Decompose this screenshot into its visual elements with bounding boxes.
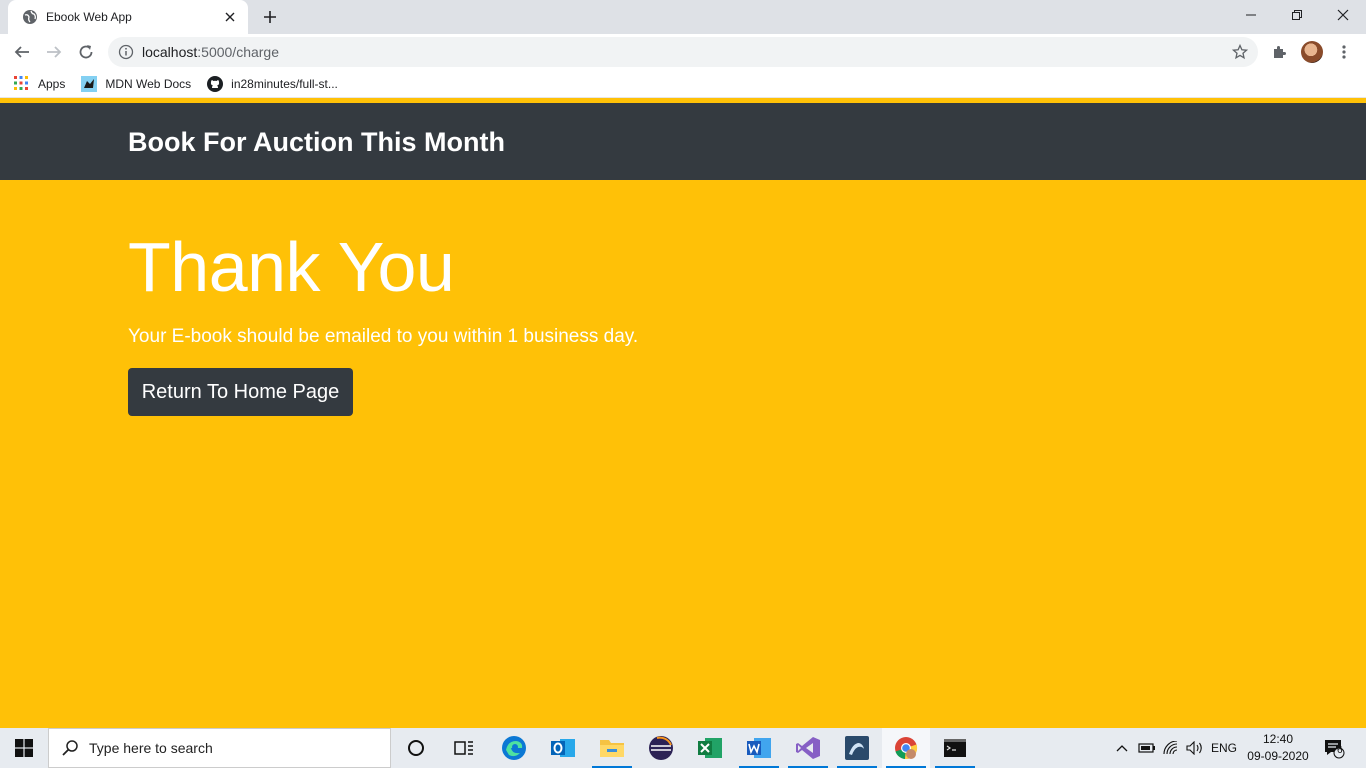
url-path: :5000/charge: [197, 44, 279, 60]
puzzle-icon: [1274, 46, 1286, 58]
window-close-button[interactable]: [1320, 0, 1366, 30]
minimize-button[interactable]: [1228, 0, 1274, 30]
bookmark-github[interactable]: in28minutes/full-st...: [207, 75, 338, 92]
taskbar-app-word[interactable]: [735, 728, 783, 768]
url-host: localhost: [142, 44, 198, 60]
outlook-icon: [551, 739, 575, 757]
star-icon[interactable]: [1232, 44, 1248, 60]
cortana-icon: [408, 740, 424, 756]
github-icon: [207, 75, 224, 92]
bookmark-apps[interactable]: Apps: [14, 75, 66, 92]
word-icon: [747, 738, 771, 758]
taskbar-app-mysql-workbench[interactable]: [833, 728, 881, 768]
task-view-icon: [454, 741, 473, 755]
bookmark-label: in28minutes/full-st...: [231, 76, 338, 91]
action-center-button[interactable]: 6: [1318, 728, 1350, 768]
search-icon: [61, 739, 79, 757]
taskbar-app-chrome[interactable]: [882, 728, 930, 768]
mdn-icon: [81, 75, 98, 92]
reload-icon: [79, 45, 93, 59]
return-home-button[interactable]: Return To Home Page: [128, 368, 353, 416]
tab-title: Ebook Web App: [46, 10, 132, 24]
avatar: [1301, 41, 1323, 63]
taskbar-app-visual-studio[interactable]: [784, 728, 832, 768]
back-button[interactable]: [8, 38, 36, 66]
windows-logo-icon: [15, 739, 33, 757]
taskbar-clock[interactable]: 12:40 09-09-2020: [1240, 728, 1316, 768]
excel-icon: [698, 738, 722, 758]
chevron-up-icon: [1116, 745, 1128, 752]
minimize-icon: [1246, 14, 1256, 16]
search-placeholder: Type here to search: [89, 740, 213, 756]
reload-button[interactable]: [72, 38, 100, 66]
taskbar-app-excel[interactable]: [686, 728, 734, 768]
site-navbar: Book For Auction This Month: [0, 103, 1366, 180]
arrow-right-icon: [47, 46, 62, 58]
wifi-icon: [1163, 741, 1178, 755]
volume-button[interactable]: [1184, 728, 1206, 768]
cortana-button[interactable]: [392, 728, 440, 768]
notification-count: 6: [1337, 745, 1343, 756]
task-view-button[interactable]: [440, 728, 488, 768]
terminal-icon: [944, 739, 966, 757]
page-title: Thank You: [128, 228, 455, 306]
mysql-workbench-icon: [845, 736, 869, 760]
apps-grid-icon: [14, 75, 30, 92]
browser-toolbar: localhost:5000/charge: [0, 34, 1366, 70]
clock-date: 09-09-2020: [1247, 749, 1309, 763]
file-explorer-icon: [600, 740, 624, 757]
battery-icon: [1138, 743, 1155, 753]
confirmation-message: Your E-book should be emailed to you wit…: [128, 326, 639, 347]
plus-icon: [264, 11, 276, 23]
menu-button[interactable]: [1330, 38, 1358, 66]
edge-icon: [502, 736, 526, 760]
eclipse-icon: [649, 736, 673, 760]
close-icon[interactable]: [222, 9, 238, 25]
info-icon[interactable]: [118, 44, 134, 60]
kebab-menu-icon: [1342, 45, 1346, 59]
taskbar-app-file-explorer[interactable]: [588, 728, 636, 768]
taskbar-app-outlook[interactable]: [539, 728, 587, 768]
show-hidden-icons-button[interactable]: [1112, 728, 1132, 768]
windows-taskbar: Type here to search ENG 12:40 09-09-2020…: [0, 728, 1366, 768]
restore-button[interactable]: [1274, 0, 1320, 30]
taskbar-app-edge[interactable]: [490, 728, 538, 768]
browser-titlebar: Ebook Web App: [0, 0, 1366, 34]
close-icon: [1337, 9, 1349, 21]
language-indicator[interactable]: ENG: [1208, 728, 1240, 768]
chrome-icon: [895, 737, 918, 760]
bookmark-mdn[interactable]: MDN Web Docs: [81, 75, 192, 92]
clock-time: 12:40: [1262, 732, 1294, 746]
profile-button[interactable]: [1298, 38, 1326, 66]
restore-icon: [1292, 10, 1302, 20]
address-bar[interactable]: localhost:5000/charge: [108, 37, 1258, 67]
battery-button[interactable]: [1136, 728, 1158, 768]
navbar-brand[interactable]: Book For Auction This Month: [128, 127, 505, 158]
jumbotron: Thank You Your E-book should be emailed …: [0, 180, 1366, 728]
bookmark-label: MDN Web Docs: [105, 76, 192, 91]
browser-tab[interactable]: Ebook Web App: [8, 0, 248, 34]
bookmarks-bar: Apps MDN Web Docs in28minutes/full-st...: [0, 70, 1366, 98]
arrow-left-icon: [14, 46, 29, 58]
taskbar-search[interactable]: Type here to search: [48, 728, 391, 768]
speaker-icon: [1186, 741, 1202, 755]
visual-studio-icon: [796, 737, 820, 759]
globe-icon: [22, 9, 38, 25]
bookmark-label: Apps: [38, 76, 66, 91]
start-button[interactable]: [0, 728, 48, 768]
forward-button[interactable]: [40, 38, 68, 66]
network-button[interactable]: [1160, 728, 1182, 768]
taskbar-app-eclipse[interactable]: [637, 728, 685, 768]
new-tab-button[interactable]: [258, 5, 282, 29]
taskbar-app-terminal[interactable]: [931, 728, 979, 768]
extensions-button[interactable]: [1266, 38, 1294, 66]
